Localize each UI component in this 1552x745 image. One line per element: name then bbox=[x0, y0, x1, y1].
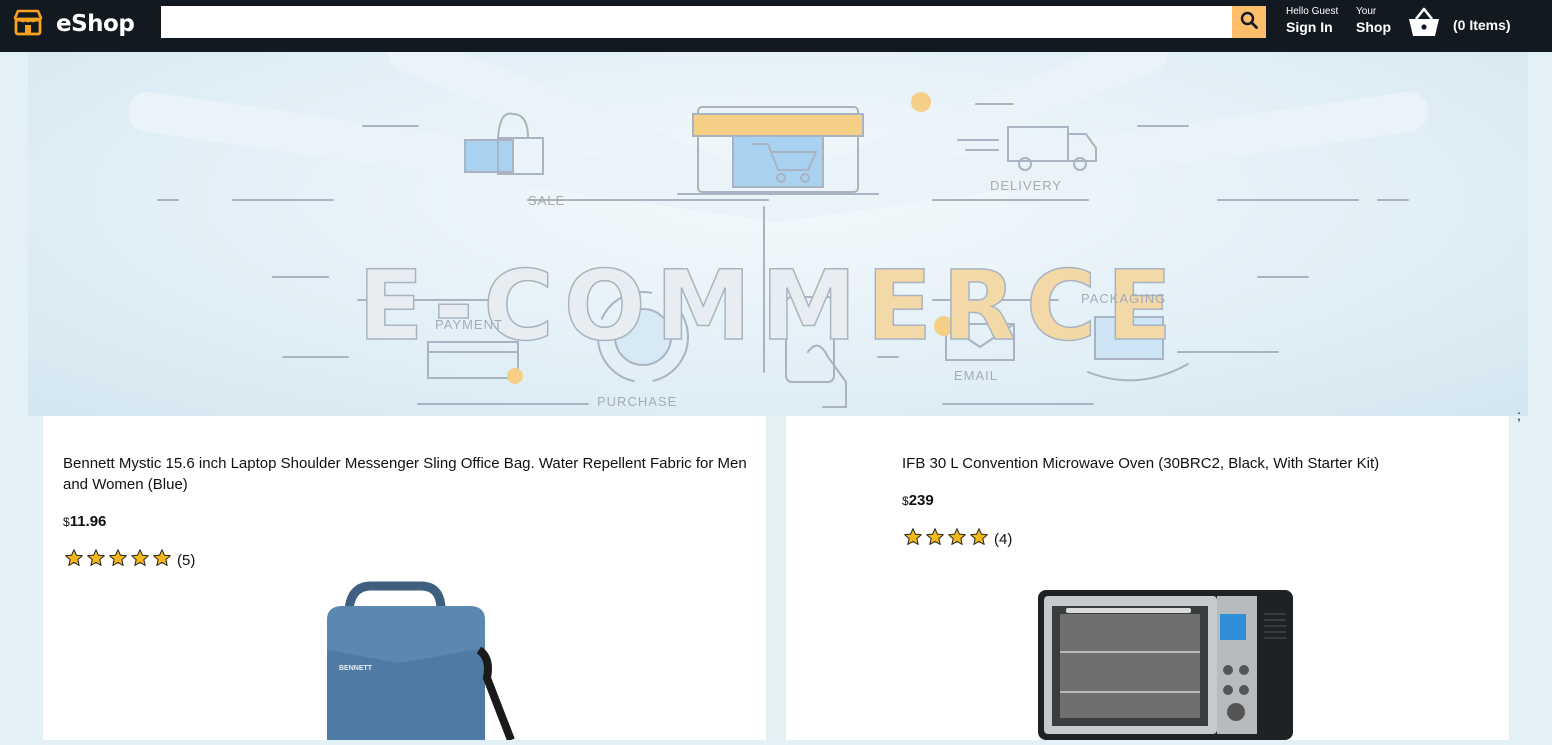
star-icon bbox=[131, 549, 149, 566]
product-card: IFB 30 L Convention Microwave Oven (30BR… bbox=[786, 416, 1509, 740]
star-icon bbox=[948, 528, 966, 545]
search-icon bbox=[1240, 11, 1258, 34]
hero-label-purchase: PURCHASE bbox=[597, 394, 678, 409]
star-icon bbox=[153, 549, 171, 566]
nav-sign-in-line1: Hello Guest bbox=[1286, 6, 1339, 17]
laptop-bag-image: BENNETT bbox=[319, 578, 519, 742]
logo-text: eShop bbox=[56, 11, 135, 37]
store-logo-icon bbox=[13, 8, 43, 41]
product-price: $239 bbox=[902, 492, 934, 509]
hero-title-part2: MM bbox=[655, 249, 867, 363]
star-rating bbox=[63, 548, 173, 573]
basket-button[interactable]: (0 Items) bbox=[1407, 6, 1511, 43]
hero-banner: E-COMMERCE SALE DELIVERY PAYMENT PURCHAS… bbox=[28, 52, 1528, 416]
price-value: 11.96 bbox=[69, 513, 107, 530]
rating-count: (5) bbox=[177, 552, 196, 569]
star-icon bbox=[926, 528, 944, 545]
star-icon bbox=[970, 528, 988, 545]
nav-sign-in[interactable]: Hello Guest Sign In bbox=[1286, 6, 1338, 36]
product-price: $11.96 bbox=[63, 513, 106, 530]
product-title[interactable]: IFB 30 L Convention Microwave Oven (30BR… bbox=[902, 453, 1492, 474]
price-currency: $ bbox=[902, 494, 909, 508]
price-value: 239 bbox=[908, 492, 934, 509]
basket-icon bbox=[1407, 6, 1441, 43]
hero-label-payment: PAYMENT bbox=[435, 317, 503, 332]
bag-brand-mark: BENNETT bbox=[339, 665, 373, 672]
search-input[interactable] bbox=[161, 6, 1232, 38]
hero-label-sale: SALE bbox=[528, 193, 566, 208]
nav-sign-in-line2: Sign In bbox=[1286, 19, 1333, 35]
star-rating bbox=[902, 527, 990, 552]
top-header: eShop Hello Guest Sign In Your Shop (0 I… bbox=[0, 0, 1552, 52]
product-title[interactable]: Bennett Mystic 15.6 inch Laptop Shoulder… bbox=[63, 453, 753, 495]
hero-label-packaging: PACKAGING bbox=[1081, 291, 1167, 306]
logo[interactable]: eShop bbox=[13, 8, 135, 41]
hero-title-part1: E-CO bbox=[357, 249, 656, 363]
product-rating: (5) bbox=[63, 548, 195, 573]
star-icon bbox=[87, 549, 105, 566]
product-rating: (4) bbox=[902, 527, 1012, 552]
star-icon bbox=[109, 549, 127, 566]
product-card: Bennett Mystic 15.6 inch Laptop Shoulder… bbox=[43, 416, 766, 742]
search-button[interactable] bbox=[1232, 6, 1266, 38]
hero-title-part3: ERCE bbox=[866, 249, 1183, 363]
star-icon bbox=[65, 549, 83, 566]
stray-text: ; bbox=[1517, 407, 1521, 423]
hero-label-delivery: DELIVERY bbox=[990, 178, 1063, 193]
star-icon bbox=[904, 528, 922, 545]
hero-label-email: EMAIL bbox=[954, 368, 999, 383]
rating-count: (4) bbox=[994, 531, 1013, 548]
basket-count: (0 Items) bbox=[1453, 16, 1511, 33]
nav-shop-line2: Shop bbox=[1356, 19, 1391, 35]
nav-your-shop[interactable]: Your Shop bbox=[1356, 6, 1391, 36]
oven-image bbox=[1036, 584, 1296, 740]
price-currency: $ bbox=[63, 515, 70, 529]
nav-shop-line1: Your bbox=[1356, 6, 1377, 17]
hero-title: E-COMMERCE bbox=[357, 249, 1183, 363]
